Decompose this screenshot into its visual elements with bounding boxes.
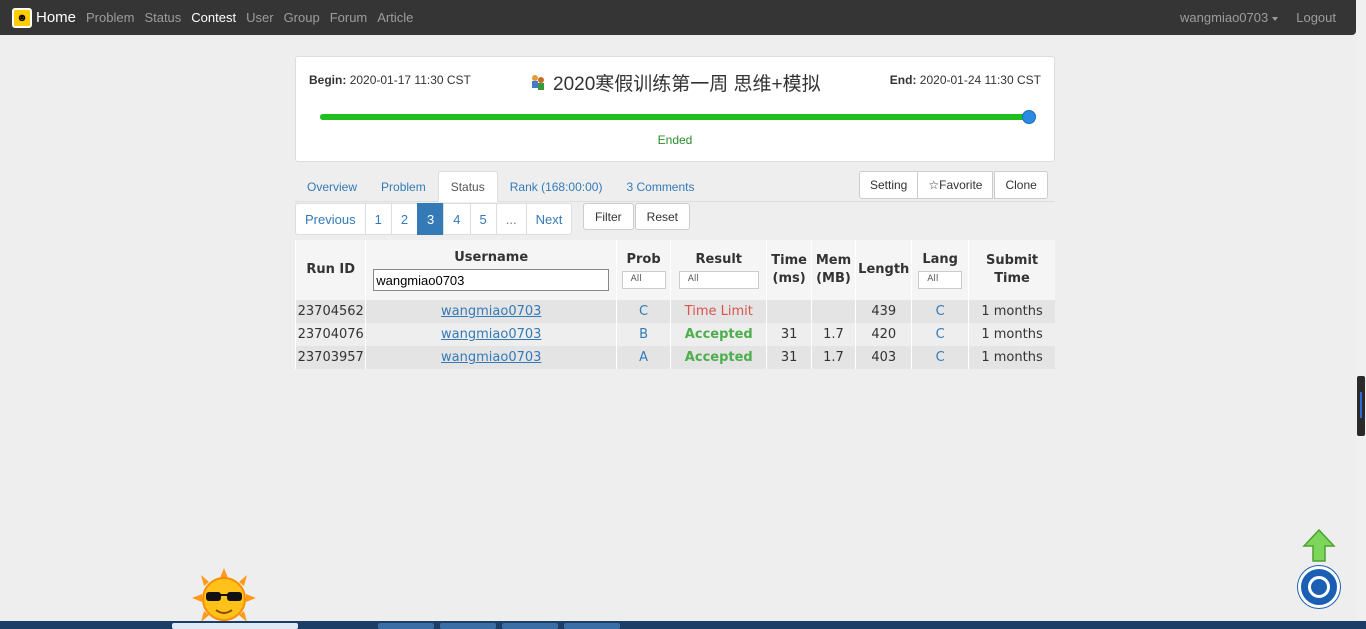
col-prob: Prob All bbox=[615, 240, 671, 300]
filter-button[interactable]: Filter bbox=[583, 203, 634, 230]
nav-group[interactable]: Group bbox=[284, 10, 320, 25]
scrollbar-thumb[interactable] bbox=[1357, 376, 1365, 436]
cell-run-id: 23704562 bbox=[294, 300, 366, 323]
page-2[interactable]: 2 bbox=[390, 203, 419, 235]
nav-article[interactable]: Article bbox=[377, 10, 413, 25]
cell-username-link[interactable]: wangmiao0703 bbox=[365, 346, 617, 369]
contest-end: End: 2020-01-24 11:30 CST bbox=[889, 73, 1041, 87]
col-username: Username bbox=[365, 240, 617, 300]
sun-sunglasses-mascot-icon bbox=[192, 568, 256, 629]
chat-support-icon[interactable] bbox=[1298, 566, 1340, 608]
contest-progress-bar bbox=[320, 114, 1030, 120]
table-row: 23704562 wangmiao0703 C Time Limit 439 C… bbox=[294, 300, 1055, 323]
cell-length: 403 bbox=[855, 346, 912, 369]
col-run-id: Run ID bbox=[294, 240, 366, 300]
col-lang: Lang All bbox=[911, 240, 969, 300]
page-3[interactable]: 3 bbox=[417, 203, 445, 235]
cell-username-link[interactable]: wangmiao0703 bbox=[365, 300, 617, 323]
logout-link[interactable]: Logout bbox=[1296, 10, 1336, 25]
page-ellipsis[interactable]: ... bbox=[495, 203, 527, 235]
username-filter-input[interactable] bbox=[373, 269, 610, 291]
tab-status[interactable]: Status bbox=[437, 171, 498, 202]
contest-header-card: Begin: 2020-01-17 11:30 CST 2020寒假训练第一周 … bbox=[295, 56, 1055, 162]
page-5[interactable]: 5 bbox=[469, 203, 497, 235]
cell-result: Accepted bbox=[670, 323, 767, 346]
smiley-logo-icon: ☻ bbox=[12, 7, 32, 28]
tab-comments[interactable]: 3 Comments bbox=[614, 171, 706, 202]
contest-begin: Begin: 2020-01-17 11:30 CST bbox=[309, 73, 471, 87]
back-to-top-arrow-icon[interactable] bbox=[1302, 528, 1336, 564]
nav-forum[interactable]: Forum bbox=[330, 10, 368, 25]
contest-title-text: 2020寒假训练第一周 思维+模拟 bbox=[553, 74, 821, 95]
col-length: Length bbox=[855, 240, 912, 300]
cell-lang-link[interactable]: C bbox=[911, 323, 969, 346]
page-previous[interactable]: Previous bbox=[295, 203, 366, 235]
cell-time: 31 bbox=[766, 346, 812, 369]
page-4[interactable]: 4 bbox=[443, 203, 471, 235]
col-submit-time: Submit Time bbox=[968, 240, 1055, 300]
contest-title: 2020寒假训练第一周 思维+模拟 bbox=[529, 69, 821, 96]
col-time: Time (ms) bbox=[766, 240, 812, 300]
nav-status[interactable]: Status bbox=[144, 10, 181, 25]
tab-rank[interactable]: Rank (168:00:00) bbox=[498, 171, 615, 202]
nav-problem[interactable]: Problem bbox=[86, 10, 134, 25]
setting-button[interactable]: Setting bbox=[859, 171, 919, 199]
cell-mem: 1.7 bbox=[810, 323, 856, 346]
table-row: 23704076 wangmiao0703 B Accepted 31 1.7 … bbox=[294, 323, 1055, 346]
cell-submit-time: 1 months bbox=[968, 346, 1055, 369]
contest-people-icon bbox=[532, 74, 544, 90]
page-scrollbar[interactable] bbox=[1356, 0, 1366, 629]
col-result: Result All bbox=[670, 240, 767, 300]
cell-lang-link[interactable]: C bbox=[911, 346, 969, 369]
prob-select[interactable]: All bbox=[621, 271, 666, 289]
top-navbar: ☻ Home Problem Status Contest User Group… bbox=[0, 0, 1356, 35]
cell-result: Time Limit bbox=[670, 300, 767, 323]
cell-lang-link[interactable]: C bbox=[911, 300, 969, 323]
cell-username-link[interactable]: wangmiao0703 bbox=[365, 323, 617, 346]
lang-select[interactable]: All bbox=[918, 271, 963, 289]
cell-run-id: 23704076 bbox=[294, 323, 366, 346]
cell-mem bbox=[810, 300, 856, 323]
tab-problem[interactable]: Problem bbox=[369, 171, 438, 202]
clone-button[interactable]: Clone bbox=[994, 171, 1048, 199]
user-name: wangmiao0703 bbox=[1180, 10, 1269, 25]
cell-length: 439 bbox=[855, 300, 912, 323]
brand-label: Home bbox=[36, 9, 77, 26]
nav-contest[interactable]: Contest bbox=[191, 10, 236, 25]
cell-run-id: 23703957 bbox=[294, 346, 366, 369]
reset-button[interactable]: Reset bbox=[634, 203, 691, 230]
cell-submit-time: 1 months bbox=[968, 300, 1055, 323]
cell-length: 420 bbox=[855, 323, 912, 346]
cell-submit-time: 1 months bbox=[968, 323, 1055, 346]
tab-overview[interactable]: Overview bbox=[295, 171, 369, 202]
col-mem: Mem (MB) bbox=[810, 240, 856, 300]
table-row: 23703957 wangmiao0703 A Accepted 31 1.7 … bbox=[294, 346, 1055, 369]
pagination: Previous 1 2 3 4 5 ... Next bbox=[295, 203, 573, 235]
cell-problem-link[interactable]: C bbox=[615, 300, 671, 323]
contest-tabs: Overview Problem Status Rank (168:00:00)… bbox=[295, 171, 707, 202]
filter-actions: Filter Reset bbox=[582, 203, 691, 230]
progress-knob bbox=[1022, 110, 1036, 124]
brand-home-link[interactable]: ☻ Home bbox=[12, 7, 77, 28]
contest-tools: Setting ☆Favorite Clone bbox=[859, 171, 1048, 199]
user-menu[interactable]: wangmiao0703 bbox=[1180, 10, 1279, 25]
result-select[interactable]: All bbox=[678, 271, 759, 289]
contest-status: Ended bbox=[657, 133, 693, 147]
table-header-row: Run ID Username Prob All Result All Time… bbox=[294, 240, 1055, 300]
cell-result: Accepted bbox=[670, 346, 767, 369]
page-next[interactable]: Next bbox=[525, 203, 573, 235]
favorite-button[interactable]: ☆Favorite bbox=[917, 171, 994, 199]
os-taskbar bbox=[0, 621, 1366, 629]
chevron-down-icon bbox=[1272, 16, 1279, 21]
status-table: Run ID Username Prob All Result All Time… bbox=[294, 240, 1055, 369]
page-1[interactable]: 1 bbox=[364, 203, 392, 235]
cell-time bbox=[766, 300, 812, 323]
cell-problem-link[interactable]: B bbox=[615, 323, 671, 346]
cell-time: 31 bbox=[766, 323, 812, 346]
cell-problem-link[interactable]: A bbox=[615, 346, 671, 369]
cell-mem: 1.7 bbox=[810, 346, 856, 369]
nav-user[interactable]: User bbox=[246, 10, 273, 25]
